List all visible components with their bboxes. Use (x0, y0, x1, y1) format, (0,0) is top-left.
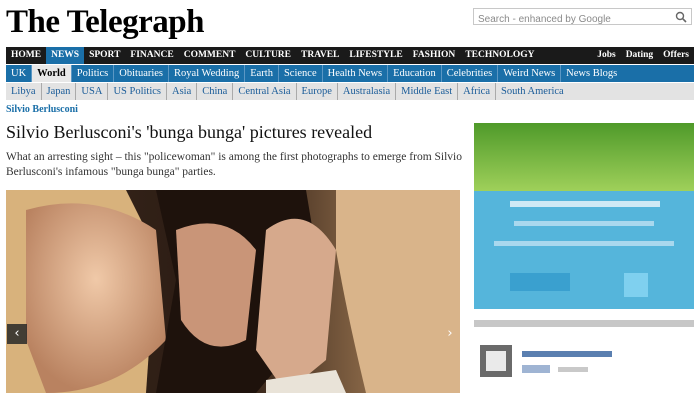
region-usa[interactable]: USA (76, 83, 109, 100)
subnav-politics[interactable]: Politics (72, 65, 115, 82)
search-input[interactable] (474, 12, 672, 27)
article-headline: Silvio Berlusconi's 'bunga bunga' pictur… (6, 122, 373, 142)
region-libya[interactable]: Libya (6, 83, 42, 100)
subnav-royal-wedding[interactable]: Royal Wedding (169, 65, 246, 82)
nav-lifestyle[interactable]: LIFESTYLE (344, 47, 407, 64)
subnav-weird-news[interactable]: Weird News (498, 65, 562, 82)
region-central-asia[interactable]: Central Asia (233, 83, 297, 100)
section-label[interactable]: Silvio Berlusconi (6, 104, 78, 115)
social-widget-image (480, 345, 612, 377)
advertisement[interactable] (474, 123, 694, 309)
nav-finance[interactable]: FINANCE (125, 47, 178, 64)
nav-travel[interactable]: TRAVEL (296, 47, 344, 64)
primary-nav: HOME NEWS SPORT FINANCE COMMENT CULTURE … (6, 47, 694, 64)
nav-home[interactable]: HOME (6, 47, 46, 64)
gallery-photo[interactable] (6, 190, 460, 393)
subnav-science[interactable]: Science (279, 65, 323, 82)
subnav-obituaries[interactable]: Obituaries (114, 65, 170, 82)
search-box[interactable] (473, 8, 692, 27)
nav-sport[interactable]: SPORT (84, 47, 125, 64)
site-logo[interactable]: The Telegraph (6, 2, 236, 42)
social-widget-header (474, 320, 694, 327)
region-middle-east[interactable]: Middle East (396, 83, 459, 100)
ad-image (474, 123, 694, 309)
nav-technology[interactable]: TECHNOLOGY (460, 47, 539, 64)
nav-fashion[interactable]: FASHION (408, 47, 461, 64)
nav-jobs[interactable]: Jobs (592, 47, 620, 64)
nav-news[interactable]: NEWS (46, 47, 85, 64)
gallery-prev-button[interactable]: ‹ (7, 324, 27, 344)
region-asia[interactable]: Asia (167, 83, 198, 100)
subnav-news-blogs[interactable]: News Blogs (561, 65, 622, 82)
subnav-celebrities[interactable]: Celebrities (442, 65, 499, 82)
social-widget[interactable] (474, 333, 694, 393)
news-subnav: UK World Politics Obituaries Royal Weddi… (6, 65, 694, 82)
region-us-politics[interactable]: US Politics (108, 83, 167, 100)
search-icon[interactable] (675, 11, 687, 23)
nav-offers[interactable]: Offers (658, 47, 694, 64)
nav-comment[interactable]: COMMENT (179, 47, 241, 64)
subnav-earth[interactable]: Earth (245, 65, 279, 82)
region-japan[interactable]: Japan (42, 83, 77, 100)
region-south-america[interactable]: South America (496, 83, 569, 100)
subnav-uk[interactable]: UK (6, 65, 33, 82)
nav-dating[interactable]: Dating (621, 47, 658, 64)
region-china[interactable]: China (197, 83, 234, 100)
gallery-next-button[interactable]: › (440, 324, 460, 344)
region-australasia[interactable]: Australasia (338, 83, 397, 100)
region-europe[interactable]: Europe (297, 83, 338, 100)
region-africa[interactable]: Africa (458, 83, 496, 100)
photo-image (6, 190, 460, 393)
world-subnav: Libya Japan USA US Politics Asia China C… (6, 83, 694, 100)
article-standfirst: What an arresting sight – this "policewo… (6, 151, 462, 178)
nav-culture[interactable]: CULTURE (240, 47, 296, 64)
subnav-education[interactable]: Education (388, 65, 442, 82)
subnav-health-news[interactable]: Health News (323, 65, 389, 82)
subnav-world[interactable]: World (32, 65, 72, 82)
